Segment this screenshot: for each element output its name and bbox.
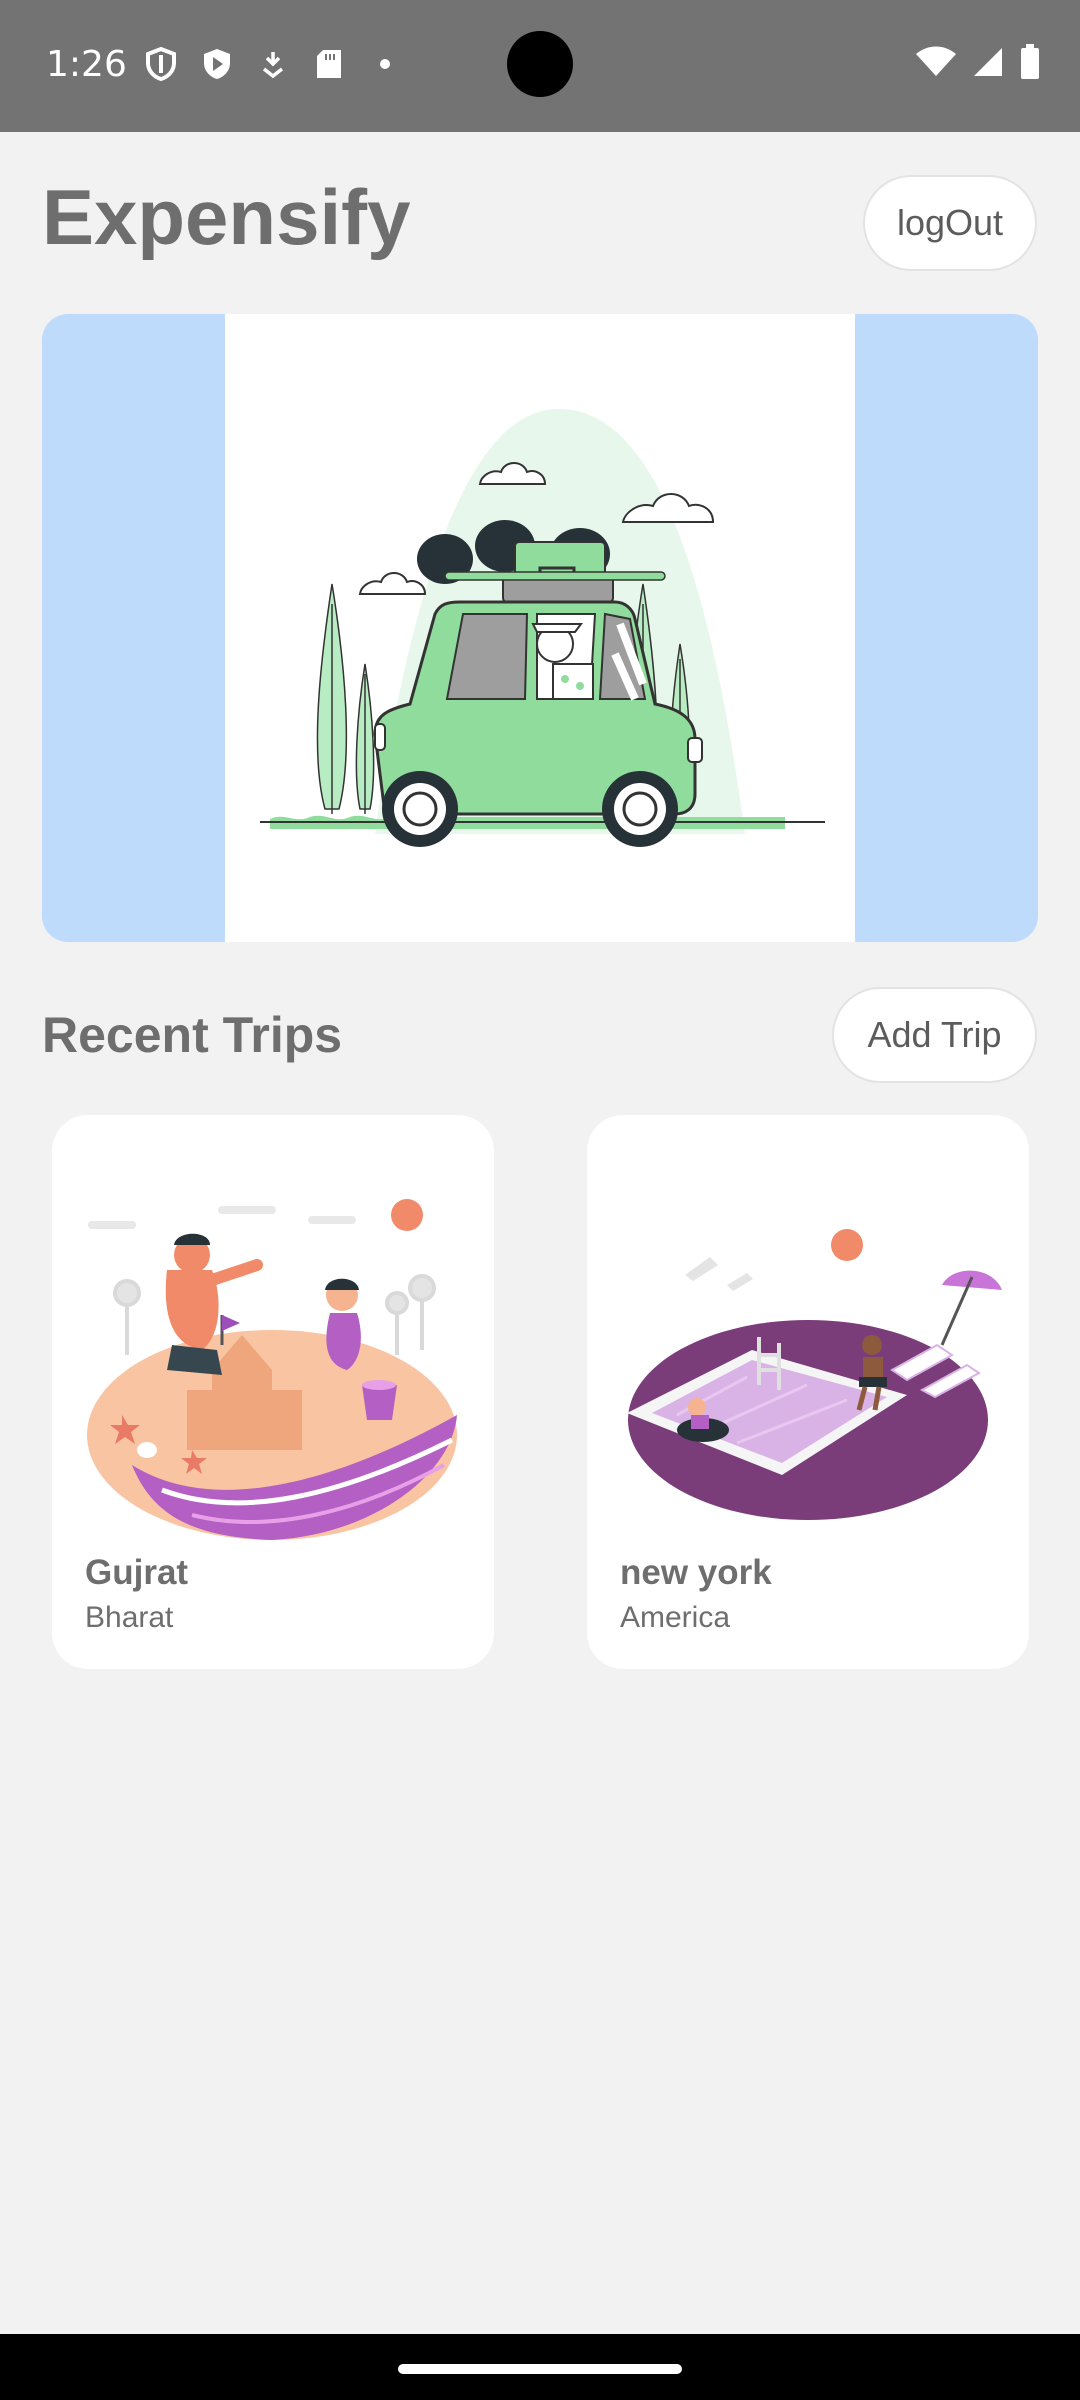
dot-icon	[368, 46, 402, 82]
hero-banner	[42, 314, 1038, 942]
signal-icon	[972, 46, 1004, 83]
home-gesture-handle[interactable]	[398, 2364, 682, 2374]
trip-country: America	[620, 1601, 731, 1634]
recent-trips-title: Recent Trips	[42, 1007, 343, 1063]
status-right-icons	[916, 44, 1040, 85]
trip-country: Bharat	[85, 1601, 174, 1634]
trip-card-new-york[interactable]: new york America	[587, 1115, 1029, 1669]
car-trip-illustration	[225, 314, 855, 942]
add-trip-button[interactable]: Add Trip	[832, 987, 1037, 1083]
battery-icon	[1020, 44, 1040, 85]
app-title: Expensify	[42, 173, 411, 261]
beach-sandcastle-illustration	[72, 1145, 474, 1545]
logout-button[interactable]: logOut	[863, 175, 1037, 271]
wifi-icon	[916, 46, 956, 83]
trip-name: new york	[620, 1553, 772, 1592]
trip-name: Gujrat	[85, 1553, 189, 1592]
status-bar: 1:26	[0, 0, 1080, 132]
status-time: 1:26	[46, 44, 127, 85]
pool-illustration	[607, 1145, 1009, 1545]
play-icon	[200, 46, 234, 82]
camera-cutout	[507, 31, 573, 97]
system-nav-bar	[0, 2334, 1080, 2400]
status-left-icons	[144, 46, 402, 82]
trip-card-gujrat[interactable]: Gujrat Bharat	[52, 1115, 494, 1669]
sd-card-icon	[312, 46, 346, 82]
download-icon	[256, 46, 290, 82]
shield-icon	[144, 46, 178, 82]
